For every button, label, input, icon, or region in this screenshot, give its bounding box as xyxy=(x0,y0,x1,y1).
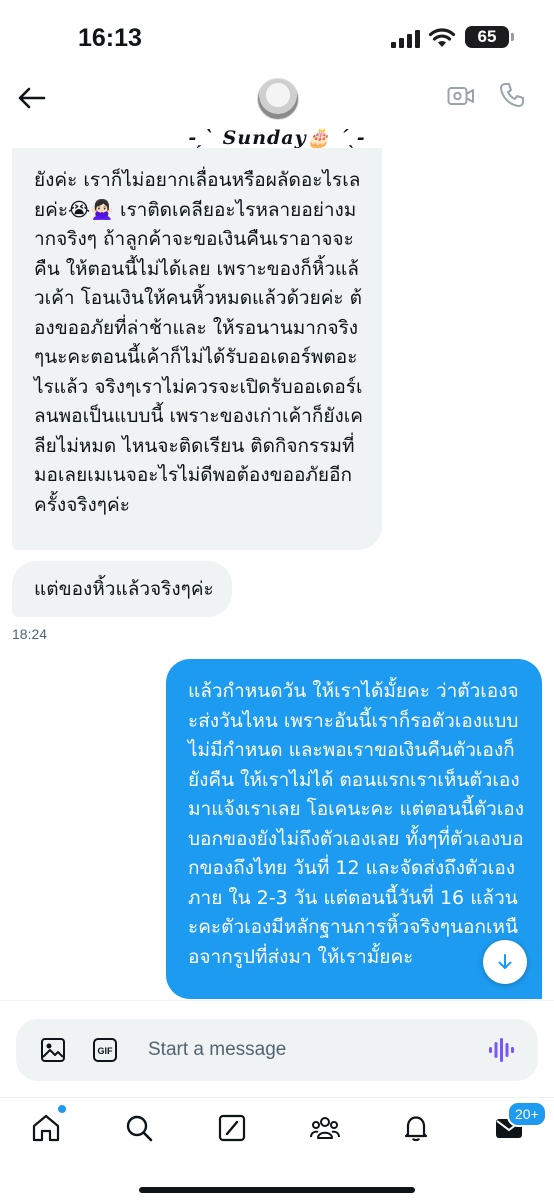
svg-text:GIF: GIF xyxy=(98,1046,114,1056)
back-arrow-icon[interactable] xyxy=(16,86,48,110)
home-notification-dot xyxy=(57,1104,67,1114)
conversation-name[interactable]: -ˏˋ Sunday🎂 ˊˎ- xyxy=(0,126,554,150)
battery-tip xyxy=(511,33,514,41)
communities-icon[interactable] xyxy=(309,1112,341,1144)
arrow-down-icon xyxy=(498,954,512,969)
status-time: 16:13 xyxy=(78,24,142,52)
avatar[interactable] xyxy=(257,78,299,120)
home-indicator[interactable] xyxy=(139,1187,415,1193)
status-bar: 16:13 65 xyxy=(0,0,554,72)
search-icon[interactable] xyxy=(123,1112,155,1144)
message-bubble-received[interactable]: ยังค่ะ เราก็ไม่อยากเลื่อนหรือผลัดอะไรเลย… xyxy=(12,148,382,550)
video-call-icon[interactable] xyxy=(447,84,475,108)
message-bubble-sent[interactable]: แล้วกำหนดวัน ให้เราได้มั้ยคะ ว่าตัวเองจะ… xyxy=(166,659,542,999)
home-icon[interactable] xyxy=(30,1112,62,1144)
notifications-icon[interactable] xyxy=(400,1112,432,1144)
scroll-to-bottom-button[interactable] xyxy=(483,940,527,984)
message-input[interactable] xyxy=(148,1035,448,1065)
message-timestamp: 18:24 xyxy=(12,626,48,642)
grok-icon[interactable] xyxy=(216,1112,248,1144)
gif-icon[interactable]: GIF xyxy=(92,1037,118,1063)
phone-call-icon[interactable] xyxy=(499,82,525,108)
message-bubble-received[interactable]: แต่ของหิ้วแล้วจริงๆค่ะ xyxy=(12,561,232,617)
image-icon[interactable] xyxy=(40,1037,66,1063)
messages-badge: 20+ xyxy=(507,1101,547,1127)
conversation-header: -ˏˋ Sunday🎂 ˊˎ- xyxy=(0,72,554,160)
wifi-icon xyxy=(428,28,456,47)
battery-indicator: 65 xyxy=(465,26,509,48)
cellular-signal-icon xyxy=(391,30,420,48)
voice-message-icon[interactable] xyxy=(488,1036,516,1064)
bottom-navigation xyxy=(0,1097,554,1201)
